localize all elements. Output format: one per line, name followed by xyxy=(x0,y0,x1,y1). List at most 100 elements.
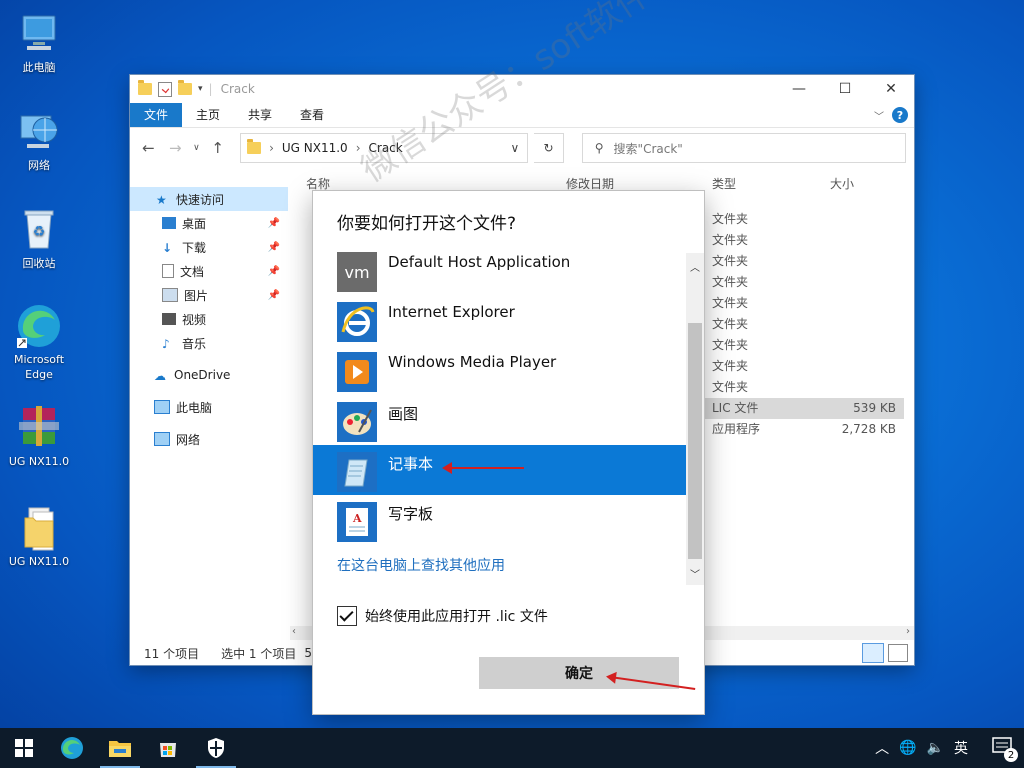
monitor-icon xyxy=(15,10,63,58)
app-list-scrollbar[interactable]: ︿ ﹀ xyxy=(686,253,704,585)
desktop-icon-network[interactable]: 网络 xyxy=(4,108,74,173)
refresh-button[interactable]: ↻ xyxy=(534,133,564,163)
nav-label: 视频 xyxy=(182,312,207,327)
start-button[interactable] xyxy=(0,728,48,768)
up-arrow-icon[interactable]: ↑ xyxy=(207,139,228,157)
large-icons-view-icon[interactable] xyxy=(888,644,908,662)
table-row[interactable]: LIC 文件 539 KB xyxy=(704,398,904,419)
scroll-left-icon[interactable]: ‹ xyxy=(292,626,296,637)
scroll-up-icon[interactable]: ︿ xyxy=(690,259,700,274)
nav-downloads[interactable]: ↓ 下载 📌 xyxy=(130,235,288,259)
back-arrow-icon[interactable]: ← xyxy=(138,139,159,157)
breadcrumb-ug-nx[interactable]: UG NX11.0 xyxy=(282,141,348,155)
table-row[interactable]: 文件夹 xyxy=(704,230,904,251)
taskbar-file-explorer[interactable] xyxy=(96,728,144,768)
nav-this-pc[interactable]: 此电脑 xyxy=(130,395,288,419)
always-use-checkbox[interactable] xyxy=(337,606,357,626)
pin-icon[interactable]: 📌 xyxy=(268,266,280,277)
desktop-icon-label: UG NX11.0 xyxy=(8,555,70,568)
column-header-size[interactable]: 大小 xyxy=(830,175,854,201)
network-globe-icon[interactable]: 🌐 xyxy=(899,740,916,756)
column-label: 名称 xyxy=(306,177,331,191)
nav-music[interactable]: ♪ 音乐 xyxy=(130,331,288,355)
input-language[interactable]: 英 xyxy=(954,738,968,758)
nav-quick-access[interactable]: ★ 快速访问 xyxy=(130,187,288,211)
desktop-icon-label: 网络 xyxy=(28,159,50,172)
folder-icon xyxy=(15,504,63,552)
table-row[interactable]: 文件夹 xyxy=(704,377,904,398)
app-option-default-host[interactable]: vm Default Host Application xyxy=(313,245,686,295)
table-row[interactable]: 文件夹 xyxy=(704,314,904,335)
table-row[interactable]: 文件夹 xyxy=(704,209,904,230)
help-icon[interactable]: ? xyxy=(892,107,908,123)
nav-onedrive[interactable]: ☁ OneDrive xyxy=(130,363,288,387)
volume-icon[interactable]: 🔈 xyxy=(927,740,944,756)
close-button[interactable]: ✕ xyxy=(868,75,914,103)
pin-icon[interactable]: 📌 xyxy=(268,290,280,301)
desktop-icon-recycle-bin[interactable]: ♻ 回收站 xyxy=(4,206,74,271)
scroll-down-icon[interactable]: ﹀ xyxy=(690,566,700,581)
tab-home[interactable]: 主页 xyxy=(182,103,234,127)
desktop-icon-this-pc[interactable]: 此电脑 xyxy=(4,10,74,75)
show-hidden-icons-icon[interactable]: ︿ xyxy=(875,738,889,758)
taskbar-edge[interactable] xyxy=(48,728,96,768)
nav-label: 此电脑 xyxy=(176,400,213,415)
app-option-internet-explorer[interactable]: Internet Explorer xyxy=(313,295,686,345)
desktop-icon-ugnx-folder[interactable]: UG NX11.0 xyxy=(4,504,74,569)
maximize-button[interactable]: ☐ xyxy=(822,75,868,103)
address-dropdown-icon[interactable]: ∨ xyxy=(511,141,520,155)
nav-label: 桌面 xyxy=(182,216,207,231)
pin-icon[interactable]: 📌 xyxy=(268,218,280,229)
pin-icon[interactable]: 📌 xyxy=(268,242,280,253)
table-row[interactable]: 文件夹 xyxy=(704,356,904,377)
always-use-row[interactable]: 始终使用此应用打开 .lic 文件 xyxy=(337,606,548,626)
find-other-app-link[interactable]: 在这台电脑上查找其他应用 xyxy=(337,555,505,575)
tab-file[interactable]: 文件 xyxy=(130,103,183,127)
ok-button[interactable]: 确定 xyxy=(479,657,679,689)
scroll-thumb[interactable] xyxy=(688,323,702,559)
address-bar[interactable]: › UG NX11.0 › Crack ∨ xyxy=(240,133,529,163)
forward-arrow-icon[interactable]: → xyxy=(165,139,186,157)
nav-label: 音乐 xyxy=(182,336,207,351)
app-option-notepad[interactable]: 记事本 xyxy=(313,445,686,495)
table-row[interactable]: 文件夹 xyxy=(704,251,904,272)
edge-icon xyxy=(15,302,63,350)
table-row[interactable]: 文件夹 xyxy=(704,335,904,356)
shield-icon xyxy=(208,738,224,758)
nav-pictures[interactable]: 图片 📌 xyxy=(130,283,288,307)
desktop-icon-label: 回收站 xyxy=(22,257,56,270)
recent-locations-icon[interactable]: ∨ xyxy=(192,143,201,153)
taskbar-store[interactable] xyxy=(144,728,192,768)
properties-icon[interactable] xyxy=(158,81,172,97)
desktop-icon-edge[interactable]: Microsoft Edge xyxy=(4,302,74,382)
app-option-wordpad[interactable]: A 写字板 xyxy=(313,495,686,545)
nav-videos[interactable]: 视频 xyxy=(130,307,288,331)
notification-icon[interactable]: 2 xyxy=(992,736,1018,762)
nav-network[interactable]: 网络 xyxy=(130,427,288,451)
scroll-right-icon[interactable]: › xyxy=(906,626,910,637)
tab-share[interactable]: 共享 xyxy=(234,103,286,127)
vmware-icon: vm xyxy=(337,252,377,292)
ribbon-collapse-icon[interactable]: ﹀ xyxy=(874,108,884,123)
nav-desktop[interactable]: 桌面 📌 xyxy=(130,211,288,235)
breadcrumb-crack[interactable]: Crack xyxy=(369,141,403,155)
search-input[interactable]: ⚲ 搜索"Crack" xyxy=(581,133,907,163)
svg-text:A: A xyxy=(352,512,362,525)
nav-documents[interactable]: 文档 📌 xyxy=(130,259,288,283)
taskbar-security[interactable] xyxy=(192,728,240,768)
app-option-paint[interactable]: 画图 xyxy=(313,395,686,445)
new-folder-icon[interactable] xyxy=(178,80,192,95)
table-row[interactable]: 文件夹 xyxy=(704,272,904,293)
minimize-button[interactable]: — xyxy=(776,75,822,103)
table-row[interactable]: 文件夹 xyxy=(704,293,904,314)
navigation-pane: ★ 快速访问 桌面 📌 ↓ 下载 📌 文档 📌 图片 📌 视频 ♪ 音乐 ☁ O… xyxy=(130,187,288,637)
app-option-media-player[interactable]: Windows Media Player xyxy=(313,345,686,395)
column-header-type[interactable]: 类型 xyxy=(712,175,736,201)
table-row[interactable]: 应用程序 2,728 KB xyxy=(704,419,904,440)
tab-view[interactable]: 查看 xyxy=(286,103,338,127)
cloud-icon: ☁ xyxy=(154,369,166,383)
quick-access-dropdown-icon[interactable]: ▾ xyxy=(198,84,203,94)
svg-text:vm: vm xyxy=(344,263,369,282)
desktop-icon-ugnx-archive[interactable]: UG NX11.0 xyxy=(4,404,74,469)
details-view-icon[interactable] xyxy=(862,643,884,663)
